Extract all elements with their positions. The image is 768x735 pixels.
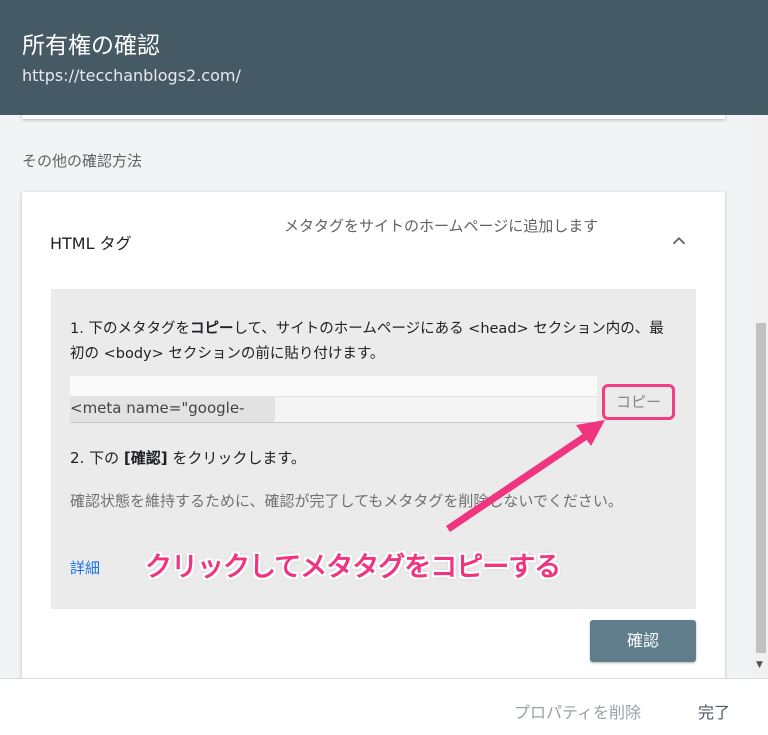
other-methods-label: その他の確認方法 (22, 152, 143, 170)
scroll-down-arrow-icon[interactable]: ▼ (756, 660, 763, 670)
html-tag-title[interactable]: HTML タグ (50, 230, 132, 254)
step1-text: 1. 下のメタタグをコピーして、サイトのホームページにある <head> セクシ… (70, 317, 675, 367)
property-url: https://tecchanblogs2.com/ (22, 66, 241, 85)
details-link[interactable]: 詳細 (70, 557, 100, 578)
scrollbar-thumb[interactable] (756, 323, 766, 653)
chevron-up-icon[interactable] (668, 230, 690, 252)
dialog-content: その他の確認方法 HTML タグ メタタグをサイトのホームページに追加します 1… (0, 115, 752, 678)
step1-bold: コピー (189, 321, 234, 337)
dialog-footer: プロパティを削除 完了 (0, 678, 768, 735)
annotation-text: クリックしてメタタグをコピーする (145, 552, 561, 583)
delete-property-button[interactable]: プロパティを削除 (514, 699, 641, 723)
step1-prefix: 1. 下のメタタグを (70, 321, 190, 337)
scrollbar[interactable]: ▼ (752, 115, 768, 678)
step2-bold: [確認] (123, 449, 168, 467)
step2-prefix: 2. 下の (70, 449, 124, 467)
instructions-panel: 1. 下のメタタグをコピーして、サイトのホームページにある <head> セクシ… (51, 289, 696, 609)
meta-tag-text: <meta name="google- (70, 399, 245, 417)
keep-tag-note: 確認状態を維持するために、確認が完了してもメタタグを削除しないでください。 (70, 492, 623, 510)
confirm-button[interactable]: 確認 (590, 620, 696, 662)
html-tag-description: メタタグをサイトのホームページに追加します (284, 217, 599, 235)
meta-field-top (70, 376, 597, 396)
copy-button[interactable]: コピー (602, 384, 675, 420)
dialog-header: 所有権の確認 https://tecchanblogs2.com/ (0, 0, 768, 115)
step2-text: 2. 下の [確認] をクリックします。 (70, 447, 306, 468)
meta-tag-redaction (275, 397, 597, 422)
html-tag-card: HTML タグ メタタグをサイトのホームページに追加します 1. 下のメタタグを… (22, 192, 725, 678)
previous-method-card (22, 115, 725, 119)
step2-suffix: をクリックします。 (167, 449, 306, 467)
meta-tag-field[interactable]: <meta name="google- (70, 376, 597, 423)
done-button[interactable]: 完了 (698, 699, 730, 723)
dialog-title: 所有権の確認 (22, 33, 160, 59)
